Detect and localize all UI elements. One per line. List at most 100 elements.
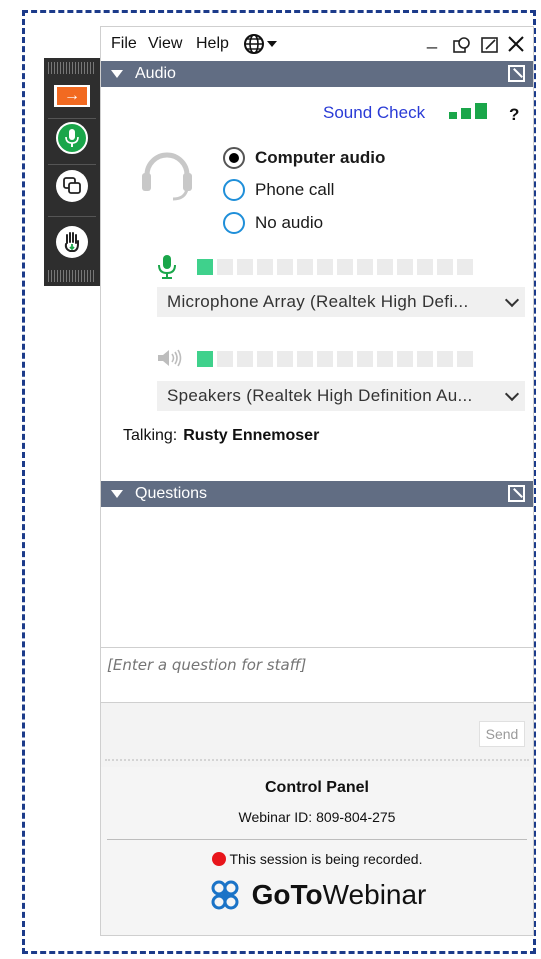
level-segment (197, 351, 213, 367)
send-button[interactable]: Send (479, 721, 525, 747)
menu-help[interactable]: Help (196, 35, 229, 53)
raise-hand-button[interactable] (52, 222, 92, 262)
popout-section-icon[interactable] (508, 65, 525, 82)
close-icon[interactable] (507, 35, 525, 58)
side-toolbar: → (44, 58, 100, 286)
chevron-down-icon (504, 292, 520, 308)
minimize-icon[interactable]: _ (427, 29, 437, 50)
level-segment (437, 259, 453, 275)
control-panel-footer: Control Panel Webinar ID: 809-804-275 Th… (101, 767, 533, 935)
recording-dot-icon (211, 852, 226, 866)
brand-goto: GoTo (251, 879, 323, 910)
chevron-down-icon (504, 386, 520, 402)
microphone-select-value: Microphone Array (Realtek High Defi... (167, 292, 469, 311)
level-segment (277, 351, 293, 367)
footer-divider (107, 839, 527, 840)
toolbar-divider (48, 164, 96, 165)
level-segment (377, 351, 393, 367)
level-segment (277, 259, 293, 275)
signal-strength-icon (449, 103, 491, 124)
questions-section-title: Questions (135, 485, 208, 502)
level-segment (237, 259, 253, 275)
level-segment (197, 259, 213, 275)
sound-check-link[interactable]: Sound Check (323, 103, 425, 123)
menu-view[interactable]: View (148, 35, 182, 53)
level-segment (237, 351, 253, 367)
radio-label: No audio (255, 213, 324, 232)
speakers-select[interactable]: Speakers (Realtek High Definition Au... (157, 381, 525, 411)
radio-computer-audio[interactable]: Computer audio (223, 147, 385, 169)
radio-button[interactable] (223, 147, 245, 169)
question-input-box[interactable] (101, 647, 533, 703)
language-button[interactable] (243, 33, 277, 55)
level-segment (317, 259, 333, 275)
level-segment (397, 351, 413, 367)
recording-text: This session is being recorded. (229, 851, 423, 867)
radio-label: Phone call (255, 180, 335, 199)
brand-webinar: Webinar (322, 879, 427, 910)
globe-icon (244, 34, 264, 54)
audio-section-header[interactable]: Audio (101, 61, 533, 87)
level-segment (417, 259, 433, 275)
speaker-icon (157, 349, 183, 372)
control-panel-title: Control Panel (264, 779, 369, 796)
popout-icon[interactable] (481, 36, 499, 59)
collapse-button[interactable]: → (52, 76, 92, 116)
level-segment (337, 259, 353, 275)
level-segment (397, 259, 413, 275)
recording-notice: This session is being recorded. (101, 851, 533, 867)
level-segment (437, 351, 453, 367)
microphone-button[interactable] (52, 118, 92, 158)
radio-button[interactable] (223, 179, 245, 201)
radio-no-audio[interactable]: No audio (223, 212, 323, 234)
collapse-triangle-icon (111, 490, 123, 498)
question-input[interactable] (107, 656, 527, 674)
headset-icon (139, 145, 195, 206)
talking-name: Rusty Ennemoser (183, 427, 320, 444)
audio-section-title: Audio (135, 65, 176, 82)
speakers-select-value: Speakers (Realtek High Definition Au... (167, 386, 473, 405)
level-segment (317, 351, 333, 367)
level-segment (357, 259, 373, 275)
radio-label: Computer audio (255, 148, 386, 167)
questions-section-header[interactable]: Questions (101, 481, 533, 507)
level-segment (357, 351, 373, 367)
help-icon[interactable]: ? (509, 105, 519, 125)
collapse-triangle-icon (111, 70, 123, 78)
level-segment (457, 351, 473, 367)
microphone-level-meter (197, 259, 473, 275)
questions-log (101, 507, 533, 647)
talking-indicator: Talking: Rusty Ennemoser (123, 427, 319, 445)
popout-section-icon[interactable] (508, 485, 525, 502)
resize-handle[interactable] (105, 759, 529, 761)
toolbar-grip-bottom[interactable] (48, 270, 96, 282)
restore-icon[interactable] (453, 36, 471, 59)
microphone-select[interactable]: Microphone Array (Realtek High Defi... (157, 287, 525, 317)
level-segment (257, 259, 273, 275)
send-area: Send (101, 703, 533, 767)
level-segment (337, 351, 353, 367)
chevron-down-icon (267, 41, 277, 47)
toolbar-divider (48, 216, 96, 217)
level-segment (457, 259, 473, 275)
arrow-right-icon: → (54, 85, 90, 107)
screen-button[interactable] (52, 166, 92, 206)
microphone-icon (157, 255, 177, 284)
level-segment (217, 351, 233, 367)
talking-label: Talking: (123, 427, 178, 444)
gotowebinar-logo-icon (211, 880, 239, 910)
gotowebinar-logo: GoTo Webinar (101, 879, 533, 911)
level-segment (377, 259, 393, 275)
menu-file[interactable]: File (111, 35, 137, 53)
webinar-id: Webinar ID: 809-804-275 (238, 809, 396, 825)
radio-phone-call[interactable]: Phone call (223, 179, 334, 201)
level-segment (257, 351, 273, 367)
speaker-level-meter (197, 351, 473, 367)
raise-hand-icon (56, 226, 88, 258)
control-panel: File View Help _ Audio Sound Check ? Com… (100, 26, 534, 936)
menu-bar: File View Help _ (101, 27, 533, 61)
level-segment (297, 351, 313, 367)
toolbar-grip-top[interactable] (48, 62, 96, 74)
level-segment (217, 259, 233, 275)
radio-button[interactable] (223, 212, 245, 234)
